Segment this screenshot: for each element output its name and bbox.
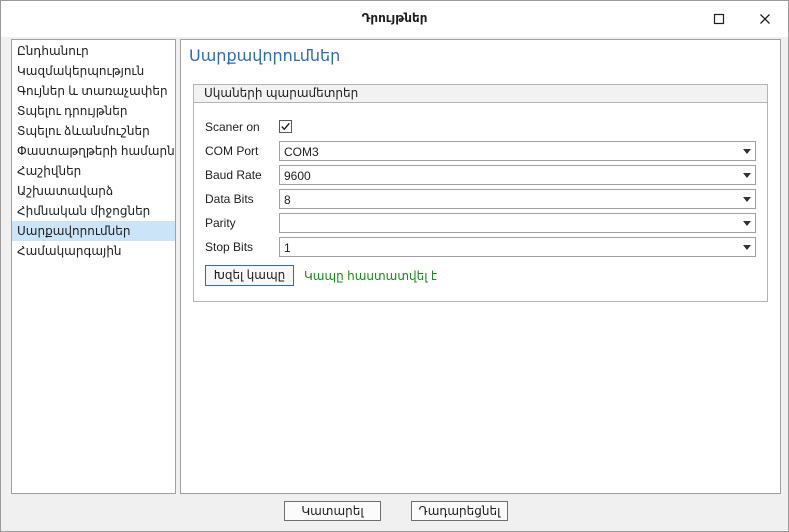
data-bits-label: Data Bits bbox=[205, 192, 254, 206]
data-bits-value: 8 bbox=[284, 193, 291, 207]
sidebar-item-print-settings[interactable]: Տպելու դրույթներ bbox=[12, 101, 175, 121]
group-title: Սկաների պարամետրեր bbox=[194, 85, 767, 103]
sidebar-item-organization[interactable]: Կազմակերպություն bbox=[12, 61, 175, 81]
sidebar-item-colors-fonts[interactable]: Գույներ և տառաչափեր bbox=[12, 81, 175, 101]
stop-bits-value: 1 bbox=[284, 241, 291, 255]
com-port-label: COM Port bbox=[205, 144, 259, 158]
ok-button[interactable]: Կատարել bbox=[284, 501, 381, 521]
data-bits-select[interactable]: 8 bbox=[279, 189, 756, 209]
sidebar-item-system[interactable]: Համակարգային bbox=[12, 241, 175, 261]
sidebar-item-fixed-assets[interactable]: Հիմնական միջոցներ bbox=[12, 201, 175, 221]
checkmark-icon bbox=[281, 122, 290, 131]
baud-rate-value: 9600 bbox=[284, 169, 311, 183]
settings-sidebar: Ընդհանուր Կազմակերպություն Գույներ և տառ… bbox=[11, 39, 176, 494]
scanner-on-checkbox[interactable] bbox=[279, 120, 292, 133]
parity-label: Parity bbox=[205, 216, 236, 230]
title-bar: Դրույթներ bbox=[1, 1, 788, 37]
connection-status: Կապը հաստատվել է bbox=[304, 269, 438, 283]
chevron-down-icon bbox=[743, 245, 751, 250]
baud-rate-select[interactable]: 9600 bbox=[279, 165, 756, 185]
com-port-select[interactable]: COM3 bbox=[279, 141, 756, 161]
sidebar-item-accounts[interactable]: Հաշիվներ bbox=[12, 161, 175, 181]
sidebar-item-document-numbers[interactable]: Փաստաթղթերի համարներ bbox=[12, 141, 175, 161]
disconnect-button[interactable]: Խզել կապը bbox=[205, 265, 294, 286]
parity-select[interactable] bbox=[279, 213, 756, 233]
chevron-down-icon bbox=[743, 197, 751, 202]
close-button[interactable] bbox=[751, 7, 779, 31]
sidebar-item-salary[interactable]: Աշխատավարձ bbox=[12, 181, 175, 201]
page-title: Սարքավորումներ bbox=[189, 48, 341, 65]
baud-rate-label: Baud Rate bbox=[205, 168, 262, 182]
sidebar-item-print-templates[interactable]: Տպելու ձևանմուշներ bbox=[12, 121, 175, 141]
close-icon bbox=[760, 14, 770, 24]
com-port-value: COM3 bbox=[284, 145, 319, 159]
stop-bits-select[interactable]: 1 bbox=[279, 237, 756, 257]
maximize-button[interactable] bbox=[705, 7, 733, 31]
scanner-parameters-group: Սկաների պարամետրեր Scaner on COM Port CO… bbox=[193, 84, 768, 302]
sidebar-item-general[interactable]: Ընդհանուր bbox=[12, 41, 175, 61]
settings-window: Դրույթներ Ընդհանուր Կազմակերպություն Գու… bbox=[0, 0, 789, 532]
stop-bits-label: Stop Bits bbox=[205, 240, 254, 254]
window-title: Դրույթներ bbox=[361, 11, 428, 25]
chevron-down-icon bbox=[743, 221, 751, 226]
cancel-button[interactable]: Դադարեցնել bbox=[411, 501, 508, 521]
settings-content: Սարքավորումներ Սկաների պարամետրեր Scaner… bbox=[180, 39, 781, 494]
scanner-on-label: Scaner on bbox=[205, 120, 260, 134]
sidebar-item-equipment[interactable]: Սարքավորումներ bbox=[12, 221, 175, 241]
chevron-down-icon bbox=[743, 149, 751, 154]
chevron-down-icon bbox=[743, 173, 751, 178]
maximize-icon bbox=[713, 13, 725, 25]
